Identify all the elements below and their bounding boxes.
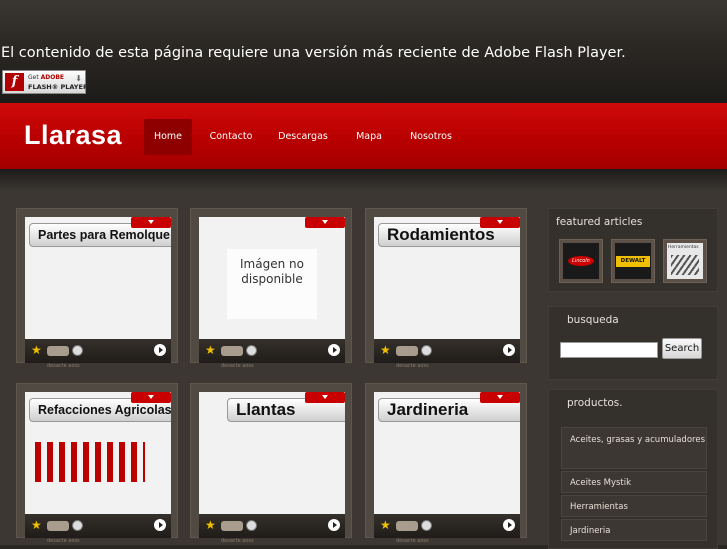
main-content: Partes para Remolque ★ desacte aoss Imág… bbox=[0, 192, 727, 549]
herramientas-label: Herramientas bbox=[668, 245, 699, 250]
download-arrow-icon: ⬇ bbox=[75, 74, 82, 83]
product-card[interactable]: Refacciones Agricolas ★ desacte aoss bbox=[16, 383, 178, 544]
badge-line-2: FLASH® PLAYER bbox=[28, 83, 88, 91]
card-caption: desacte aoss bbox=[396, 363, 429, 369]
site-header: Llarasa Home Contacto Descargas Mapa Nos… bbox=[0, 103, 727, 169]
card-dropdown-tab[interactable] bbox=[131, 392, 171, 403]
clock-icon[interactable] bbox=[246, 345, 257, 356]
star-icon[interactable]: ★ bbox=[205, 518, 216, 532]
nav-contacto[interactable]: Contacto bbox=[204, 119, 258, 155]
flash-upgrade-message: El contenido de esta página requiere una… bbox=[1, 45, 626, 61]
featured-articles-title: featured articles bbox=[556, 216, 643, 228]
flash-notice-area: El contenido de esta página requiere una… bbox=[0, 0, 727, 103]
product-card[interactable]: Partes para Remolque ★ desacte aoss bbox=[16, 208, 178, 369]
camera-icon[interactable] bbox=[221, 346, 243, 356]
nav-mapa[interactable]: Mapa bbox=[350, 119, 388, 155]
nav-home[interactable]: Home bbox=[144, 119, 192, 155]
products-title: productos. bbox=[567, 397, 623, 409]
card-caption: desacte aoss bbox=[396, 538, 429, 544]
product-image-garden-equipment[interactable]: Jardineria bbox=[374, 392, 520, 514]
star-icon[interactable]: ★ bbox=[380, 343, 391, 357]
featured-thumb-dewalt[interactable]: DEWALT bbox=[611, 239, 655, 283]
featured-thumb-herramientas[interactable]: Herramientas bbox=[663, 239, 707, 283]
clock-icon[interactable] bbox=[72, 345, 83, 356]
nav-nosotros[interactable]: Nosotros bbox=[404, 119, 458, 155]
play-icon[interactable] bbox=[328, 344, 340, 356]
card-toolbar: ★ bbox=[25, 339, 171, 363]
card-dropdown-tab[interactable] bbox=[480, 217, 520, 228]
play-icon[interactable] bbox=[154, 344, 166, 356]
play-icon[interactable] bbox=[154, 519, 166, 531]
card-dropdown-tab[interactable] bbox=[305, 392, 345, 403]
product-link-jardineria[interactable]: Jardineria bbox=[561, 519, 707, 541]
play-icon[interactable] bbox=[503, 519, 515, 531]
star-icon[interactable]: ★ bbox=[380, 518, 391, 532]
star-icon[interactable]: ★ bbox=[31, 343, 42, 357]
no-image-placeholder: Imágen no disponible bbox=[227, 249, 317, 319]
lincoln-logo: Lincoln bbox=[568, 256, 594, 266]
camera-icon[interactable] bbox=[396, 521, 418, 531]
search-box: busqueda Search bbox=[548, 306, 718, 380]
card-toolbar: ★ bbox=[374, 339, 520, 363]
card-toolbar: ★ bbox=[199, 339, 345, 363]
star-icon[interactable]: ★ bbox=[205, 343, 216, 357]
product-card[interactable]: Jardineria ★ desacte aoss bbox=[365, 383, 527, 544]
featured-thumb-lincoln[interactable]: Lincoln bbox=[559, 239, 603, 283]
product-image-agricultural-parts[interactable]: Refacciones Agricolas bbox=[25, 392, 171, 514]
product-card[interactable]: Rodamientos ★ desacte aoss bbox=[365, 208, 527, 369]
flash-logo-icon: f bbox=[5, 73, 24, 91]
camera-icon[interactable] bbox=[47, 521, 69, 531]
featured-articles-box: featured articles Lincoln DEWALT Herrami… bbox=[548, 208, 718, 292]
nav-descargas[interactable]: Descargas bbox=[274, 119, 332, 155]
product-image-tires[interactable]: Llantas bbox=[199, 392, 345, 514]
camera-icon[interactable] bbox=[396, 346, 418, 356]
product-link-aceites-mystik[interactable]: Aceites Mystik bbox=[561, 471, 707, 493]
search-button[interactable]: Search bbox=[662, 338, 702, 359]
product-link-aceites-grasas[interactable]: Aceites, grasas y acumuladores bbox=[561, 427, 707, 469]
play-icon[interactable] bbox=[328, 519, 340, 531]
header-shadow-strip bbox=[0, 169, 727, 192]
card-toolbar: ★ bbox=[199, 514, 345, 538]
product-image-bearings[interactable]: Rodamientos bbox=[374, 217, 520, 339]
tools-image bbox=[671, 255, 699, 275]
product-link-herramientas[interactable]: Herramientas bbox=[561, 495, 707, 517]
card-caption: desacte aoss bbox=[221, 538, 254, 544]
clock-icon[interactable] bbox=[421, 345, 432, 356]
product-card[interactable]: Llantas ★ desacte aoss bbox=[190, 383, 352, 544]
card-toolbar: ★ bbox=[374, 514, 520, 538]
product-image-trailer-parts[interactable]: Partes para Remolque bbox=[25, 217, 171, 339]
products-box: productos. Aceites, grasas y acumuladore… bbox=[548, 389, 718, 549]
card-caption: desacte aoss bbox=[47, 363, 80, 369]
card-dropdown-tab[interactable] bbox=[305, 217, 345, 228]
search-title: busqueda bbox=[567, 314, 619, 326]
search-input[interactable] bbox=[560, 342, 658, 358]
clock-icon[interactable] bbox=[72, 520, 83, 531]
badge-line-1: Get ADOBE bbox=[28, 74, 65, 81]
dewalt-logo: DEWALT bbox=[616, 256, 650, 267]
card-toolbar: ★ bbox=[25, 514, 171, 538]
card-caption: desacte aoss bbox=[47, 538, 80, 544]
star-icon[interactable]: ★ bbox=[31, 518, 42, 532]
clock-icon[interactable] bbox=[246, 520, 257, 531]
card-caption: desacte aoss bbox=[221, 363, 254, 369]
card-dropdown-tab[interactable] bbox=[131, 217, 171, 228]
product-image-no-image[interactable]: Imágen no disponible bbox=[199, 217, 345, 339]
camera-icon[interactable] bbox=[221, 521, 243, 531]
camera-icon[interactable] bbox=[47, 346, 69, 356]
product-card[interactable]: Imágen no disponible ★ desacte aoss bbox=[190, 208, 352, 369]
card-dropdown-tab[interactable] bbox=[480, 392, 520, 403]
play-icon[interactable] bbox=[503, 344, 515, 356]
get-flash-player-button[interactable]: f Get ADOBE FLASH® PLAYER ⬇ bbox=[2, 70, 88, 94]
clock-icon[interactable] bbox=[421, 520, 432, 531]
site-logo[interactable]: Llarasa bbox=[24, 120, 122, 151]
